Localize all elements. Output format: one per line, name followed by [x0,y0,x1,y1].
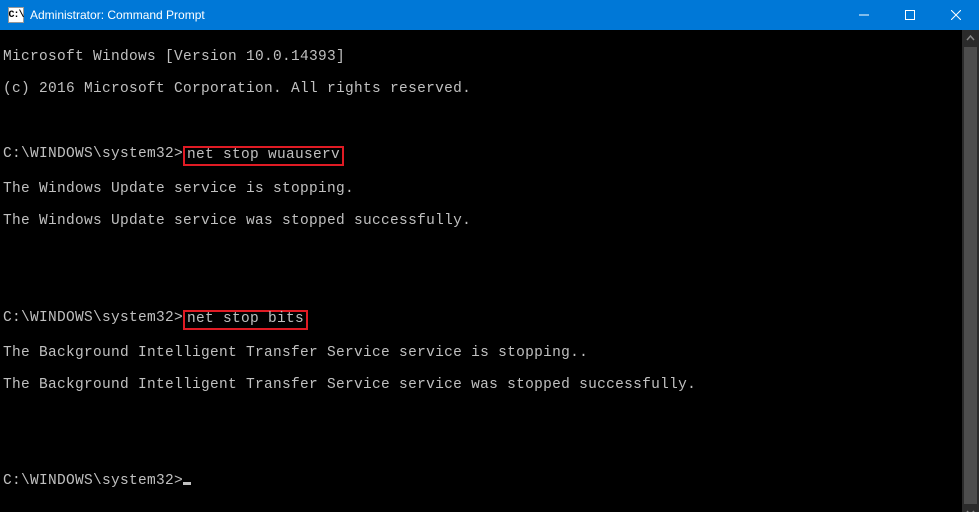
highlight-box-2: net stop bits [183,310,308,330]
cmd-icon: C:\ [8,7,24,23]
scroll-down-button[interactable] [962,504,979,512]
blank-line [3,245,962,261]
terminal-output[interactable]: Microsoft Windows [Version 10.0.14393] (… [0,30,962,512]
output-1-line-1: The Windows Update service is stopping. [3,181,962,197]
command-1: net stop wuauserv [187,147,340,163]
maximize-button[interactable] [887,0,933,30]
output-1-line-2: The Windows Update service was stopped s… [3,213,962,229]
client-area: Microsoft Windows [Version 10.0.14393] (… [0,30,979,512]
blank-line [3,441,962,457]
line-copyright: (c) 2016 Microsoft Corporation. All righ… [3,81,962,97]
line-version: Microsoft Windows [Version 10.0.14393] [3,49,962,65]
output-2-line-2: The Background Intelligent Transfer Serv… [3,377,962,393]
blank-line [3,113,962,129]
prompt-line-1: C:\WINDOWS\system32>net stop wuauserv [3,145,962,165]
command-prompt-window: C:\ Administrator: Command Prompt Micros… [0,0,979,512]
scroll-up-button[interactable] [962,30,979,47]
chevron-down-icon [966,508,975,512]
prompt-prefix: C:\WINDOWS\system32> [3,473,183,489]
blank-line [3,409,962,425]
window-title: Administrator: Command Prompt [30,8,205,22]
blank-line [3,277,962,293]
scrollbar-thumb[interactable] [964,47,977,504]
prompt-prefix: C:\WINDOWS\system32> [3,310,183,326]
text-cursor [183,482,191,485]
close-button[interactable] [933,0,979,30]
command-2: net stop bits [187,311,304,327]
scrollbar-track[interactable] [962,47,979,504]
chevron-up-icon [966,34,975,43]
titlebar[interactable]: C:\ Administrator: Command Prompt [0,0,979,30]
close-icon [951,10,961,20]
minimize-icon [859,10,869,20]
maximize-icon [905,10,915,20]
prompt-line-2: C:\WINDOWS\system32>net stop bits [3,309,962,329]
minimize-button[interactable] [841,0,887,30]
highlight-box-1: net stop wuauserv [183,146,344,166]
prompt-line-3: C:\WINDOWS\system32> [3,473,962,489]
prompt-prefix: C:\WINDOWS\system32> [3,146,183,162]
vertical-scrollbar[interactable] [962,30,979,512]
output-2-line-1: The Background Intelligent Transfer Serv… [3,345,962,361]
